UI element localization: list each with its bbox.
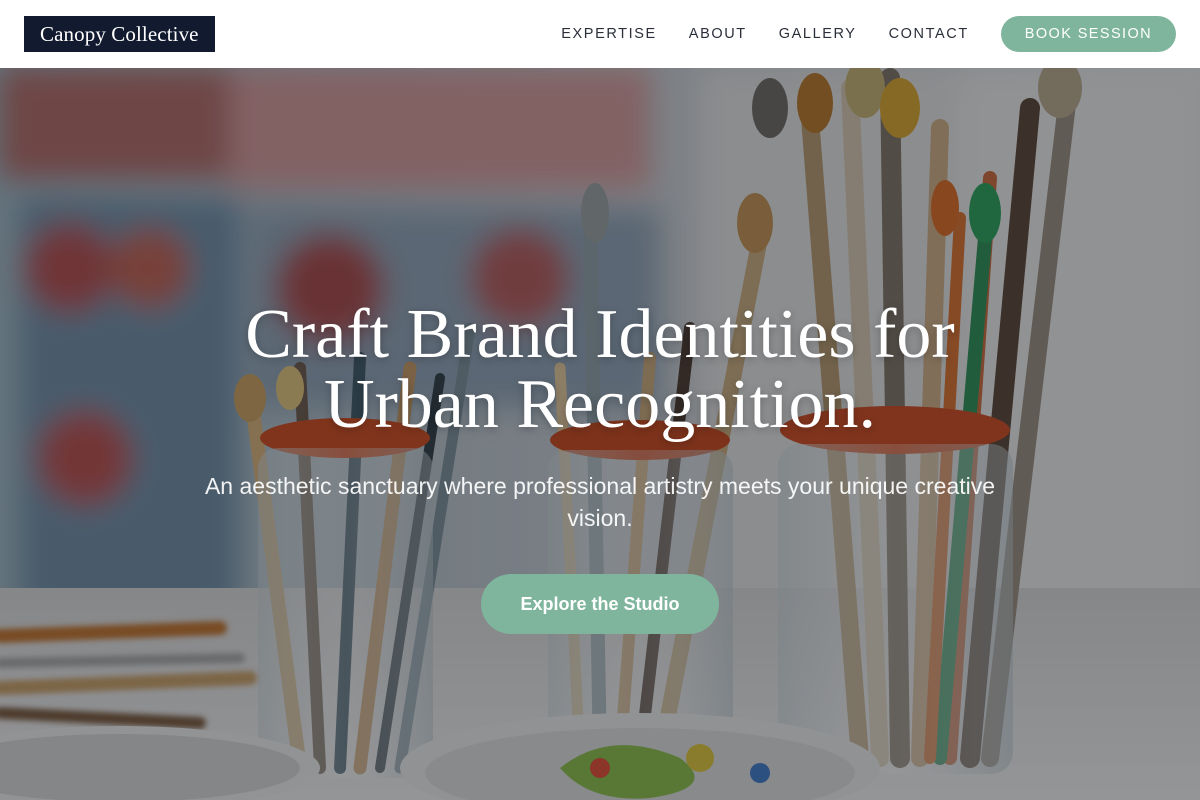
hero-title-line-1: Craft Brand Identities for: [245, 296, 955, 373]
main-nav: EXPERTISE ABOUT GALLERY CONTACT BOOK SES…: [561, 16, 1176, 52]
nav-link-gallery[interactable]: GALLERY: [779, 26, 857, 42]
nav-link-expertise[interactable]: EXPERTISE: [561, 26, 657, 42]
explore-studio-button[interactable]: Explore the Studio: [481, 574, 719, 634]
hero-section: Craft Brand Identities for Urban Recogni…: [0, 68, 1200, 800]
book-session-button[interactable]: BOOK SESSION: [1000, 16, 1176, 52]
hero-title-line-2: Urban Recognition.: [323, 366, 877, 443]
brand-logo[interactable]: Canopy Collective: [24, 16, 215, 52]
hero-subtitle: An aesthetic sanctuary where professiona…: [204, 473, 996, 531]
nav-link-contact[interactable]: CONTACT: [889, 26, 969, 42]
site-header: Canopy Collective EXPERTISE ABOUT GALLER…: [0, 0, 1200, 68]
hero-content: Craft Brand Identities for Urban Recogni…: [0, 68, 1200, 800]
nav-link-about[interactable]: ABOUT: [689, 26, 747, 42]
hero-title: Craft Brand Identities for Urban Recogni…: [150, 300, 1050, 440]
